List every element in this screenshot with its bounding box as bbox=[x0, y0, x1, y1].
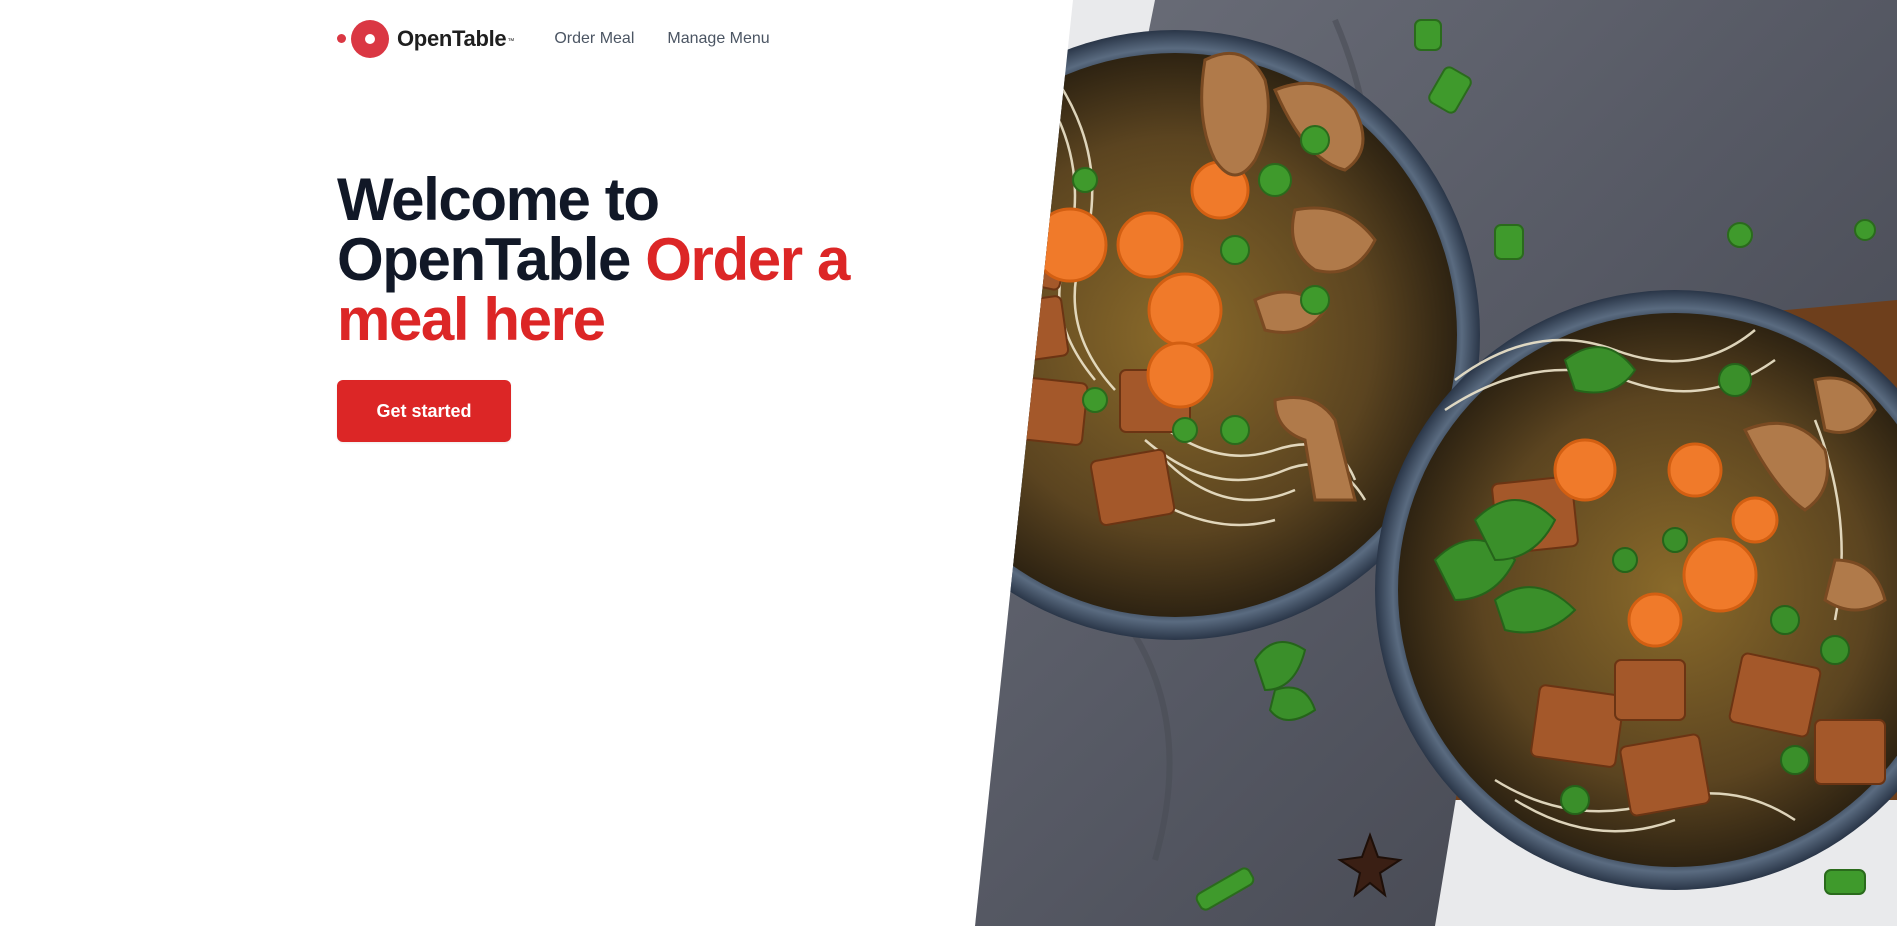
hero-title: Welcome to OpenTable Order a meal here bbox=[337, 170, 957, 350]
food-photo-illustration bbox=[975, 0, 1897, 926]
trademark-mark: ™ bbox=[507, 37, 515, 45]
get-started-button[interactable]: Get started bbox=[337, 380, 511, 442]
main-nav: Order Meal Manage Menu bbox=[554, 30, 802, 48]
opentable-logo-icon bbox=[337, 18, 391, 60]
hero-title-line1: Welcome to bbox=[337, 166, 660, 233]
brand-name: OpenTable bbox=[397, 26, 507, 51]
opentable-logo[interactable]: OpenTable ™ bbox=[337, 18, 514, 60]
hero-food-image bbox=[975, 0, 1897, 926]
site-header: OpenTable ™ Order Meal Manage Menu bbox=[337, 18, 803, 60]
hero-section: Welcome to OpenTable Order a meal here Ge… bbox=[337, 170, 957, 442]
hero-title-line2: OpenTable bbox=[337, 226, 631, 293]
nav-order-meal[interactable]: Order Meal bbox=[554, 30, 634, 48]
nav-manage-menu[interactable]: Manage Menu bbox=[667, 30, 769, 48]
